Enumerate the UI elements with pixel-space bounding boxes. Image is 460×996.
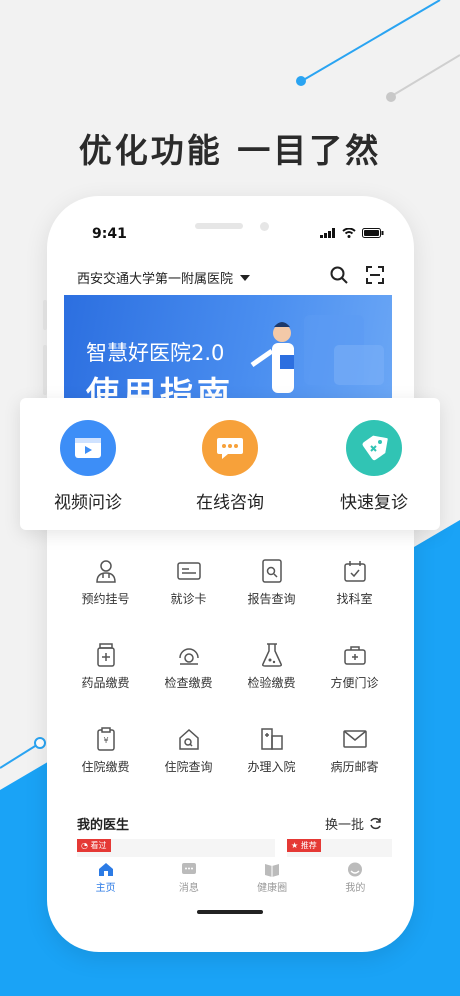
- clock-icon: ◔: [81, 841, 88, 850]
- home-indicator: [197, 910, 263, 914]
- scan-icon[interactable]: [366, 266, 384, 284]
- medkit-icon: [343, 646, 366, 665]
- home-icon: [98, 862, 113, 876]
- service-report[interactable]: 报告查询: [230, 558, 313, 607]
- service-label: 检查缴费: [164, 676, 213, 690]
- service-label: 办理入院: [247, 760, 296, 774]
- building-icon: [260, 728, 283, 750]
- tab-label: 消息: [178, 883, 199, 894]
- front-camera: [260, 222, 269, 231]
- service-label: 方便门诊: [330, 676, 379, 690]
- service-appointment[interactable]: 预约挂号: [64, 558, 147, 607]
- online-consult-circle: [202, 420, 258, 476]
- wifi-icon: [342, 228, 356, 238]
- book-icon: [265, 863, 280, 877]
- speaker-grille: [195, 223, 243, 229]
- tag-label: 看过: [90, 841, 107, 850]
- card-icon: [176, 562, 201, 580]
- report-icon: [261, 559, 282, 583]
- battery-icon: [362, 228, 384, 238]
- service-exam-pay[interactable]: 检查缴费: [147, 642, 230, 691]
- house-icon: [178, 728, 199, 750]
- headline: 优化功能 一目了然: [78, 131, 382, 170]
- service-lab-pay[interactable]: 检验缴费: [230, 642, 313, 691]
- bill-icon: ¥: [96, 727, 115, 751]
- doctor-card[interactable]: ◔ 看过: [77, 839, 275, 857]
- tag-icon: [362, 435, 388, 461]
- primary-services-card: 视频问诊 在线咨询 快速复诊: [20, 398, 440, 530]
- banner-subtitle: 智慧好医院2.0: [86, 341, 225, 365]
- hospital-name: 西安交通大学第一附属医院: [77, 272, 234, 287]
- hospital-selector[interactable]: 西安交通大学第一附属医院: [77, 268, 251, 287]
- medicine-icon: [96, 643, 115, 667]
- tab-home[interactable]: 主页: [64, 860, 147, 900]
- message-icon: [181, 862, 196, 874]
- primary-service-label: 在线咨询: [196, 493, 264, 513]
- service-label: 预约挂号: [81, 592, 130, 606]
- service-record-mail[interactable]: 病历邮寄: [313, 726, 396, 775]
- refresh-label: 换一批: [324, 818, 364, 833]
- service-clinic[interactable]: 方便门诊: [313, 642, 396, 691]
- my-doctors-title: 我的医生: [77, 818, 130, 833]
- tab-health-circle[interactable]: 健康圈: [231, 860, 314, 900]
- star-icon: ★: [291, 841, 299, 850]
- chat-bubble-icon: [217, 438, 243, 459]
- refresh-button[interactable]: 换一批: [325, 814, 382, 833]
- caret-down-icon: [240, 274, 251, 281]
- header-actions: [330, 266, 384, 284]
- service-label: 找科室: [336, 592, 373, 606]
- refresh-icon: [370, 817, 381, 830]
- tag-label: 推荐: [300, 841, 317, 850]
- quick-revisit-circle: [346, 420, 402, 476]
- tab-label: 我的: [345, 883, 366, 894]
- scanner-icon: [178, 648, 199, 665]
- video-consult-circle: [60, 420, 116, 476]
- flask-icon: [261, 643, 282, 667]
- status-icons: [320, 228, 384, 238]
- video-consult-button[interactable]: 视频问诊: [28, 420, 148, 513]
- service-inpatient-pay[interactable]: ¥ 住院缴费: [64, 726, 147, 775]
- primary-service-label: 视频问诊: [54, 493, 122, 513]
- phone-frame: 9:41 西安交通大学第一附属医院 智慧好医院2.0 使用指南 预约挂号 就诊卡…: [47, 196, 414, 952]
- tab-messages[interactable]: 消息: [147, 860, 230, 900]
- service-label: 住院缴费: [81, 760, 130, 774]
- service-label: 检验缴费: [247, 676, 296, 690]
- bottom-tab-bar: 主页 消息 健康圈 我的: [64, 860, 397, 900]
- tab-label: 健康圈: [257, 883, 288, 894]
- status-time: 9:41: [92, 226, 127, 242]
- service-label: 报告查询: [247, 592, 296, 606]
- recommend-tag: ★ 推荐: [287, 839, 321, 852]
- mail-icon: [342, 730, 367, 748]
- visited-tag: ◔ 看过: [77, 839, 111, 852]
- video-icon: [75, 438, 101, 458]
- primary-service-label: 快速复诊: [340, 493, 408, 513]
- service-admission[interactable]: 办理入院: [230, 726, 313, 775]
- service-label: 就诊卡: [170, 592, 207, 606]
- doctor-illustration: [250, 315, 384, 393]
- service-label: 住院查询: [164, 760, 213, 774]
- doctor-card[interactable]: ★ 推荐: [287, 839, 392, 857]
- service-card[interactable]: 就诊卡: [147, 558, 230, 607]
- tab-label: 主页: [95, 883, 116, 894]
- doctor-icon: [95, 560, 116, 583]
- service-inpatient-query[interactable]: 住院查询: [147, 726, 230, 775]
- profile-icon: [348, 862, 363, 876]
- svg-text:¥: ¥: [103, 736, 108, 745]
- service-label: 药品缴费: [81, 676, 130, 690]
- calendar-icon: [343, 561, 366, 582]
- service-medicine-pay[interactable]: 药品缴费: [64, 642, 147, 691]
- online-consult-button[interactable]: 在线咨询: [170, 420, 290, 513]
- quick-revisit-button[interactable]: 快速复诊: [314, 420, 434, 513]
- service-department[interactable]: 找科室: [313, 558, 396, 607]
- tab-profile[interactable]: 我的: [314, 860, 397, 900]
- signal-icon: [320, 228, 335, 238]
- guide-banner[interactable]: 智慧好医院2.0 使用指南: [64, 295, 392, 405]
- search-icon[interactable]: [330, 266, 348, 284]
- service-label: 病历邮寄: [330, 760, 379, 774]
